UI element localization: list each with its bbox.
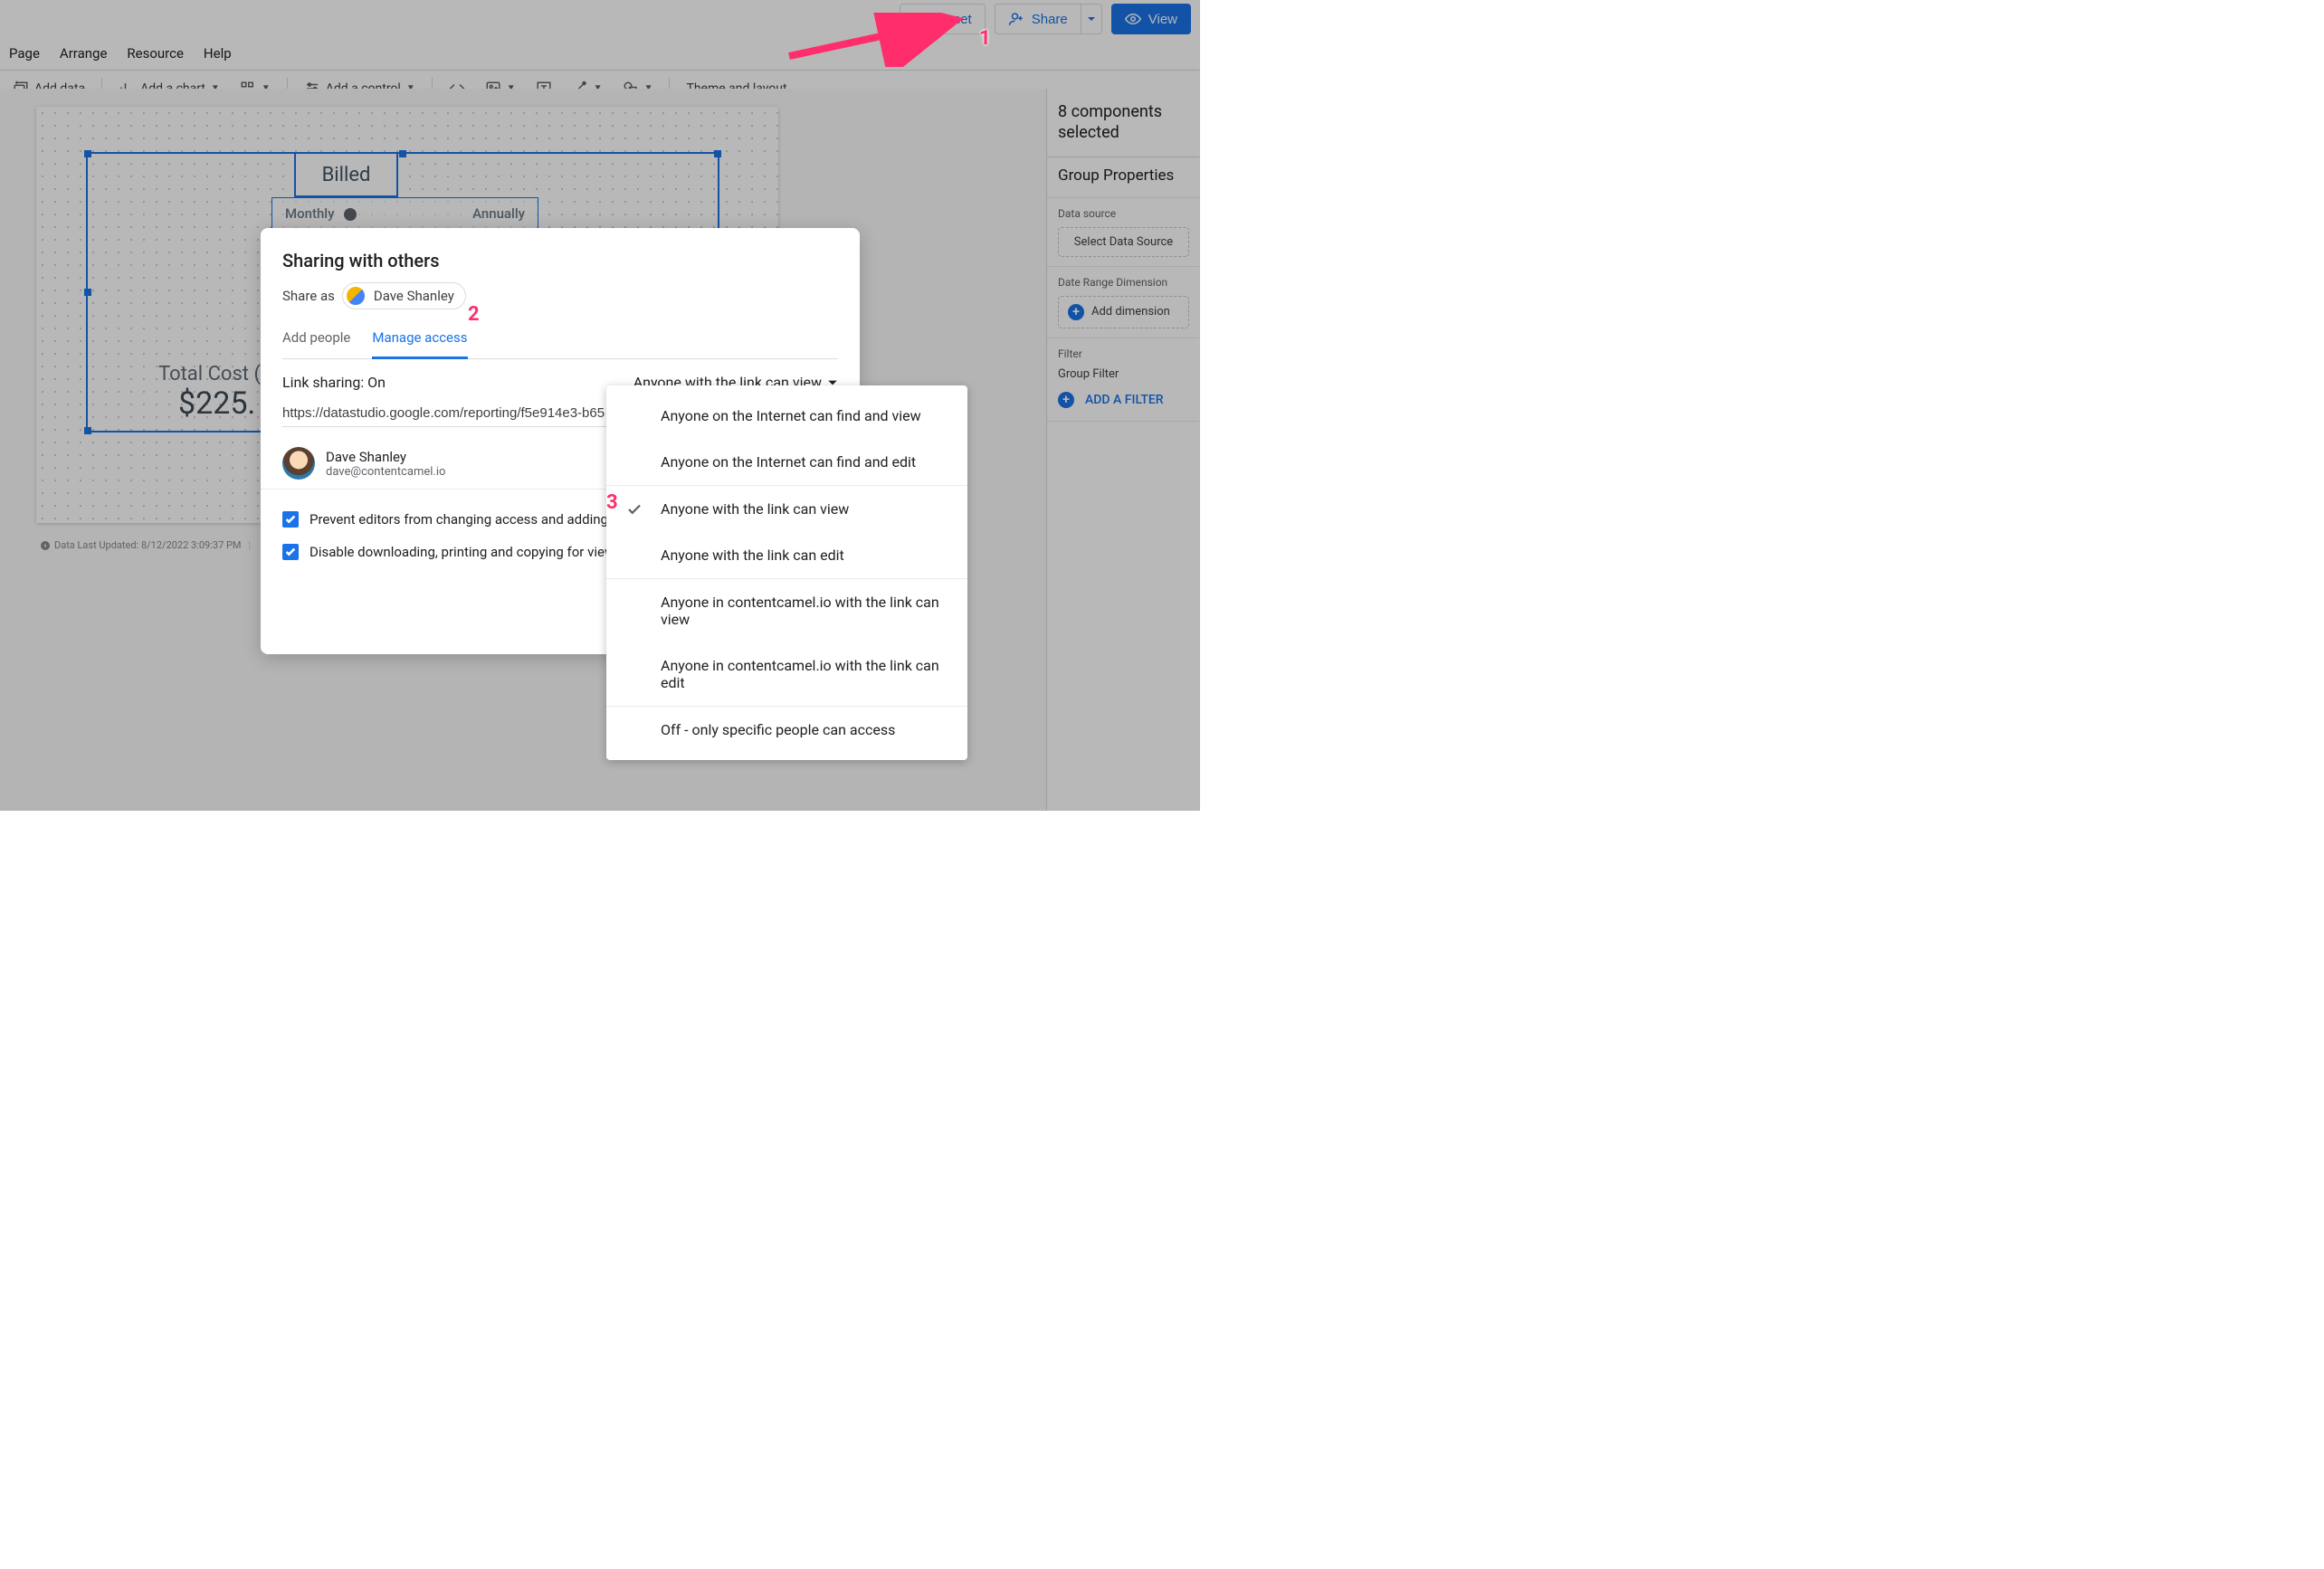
access-option[interactable]: Anyone with the link can view	[606, 486, 967, 532]
add-dimension-button[interactable]: + Add dimension	[1058, 296, 1189, 328]
reset-label: Reset	[937, 12, 972, 27]
owner-name: Dave Shanley	[326, 449, 445, 465]
plus-circle-icon: +	[1058, 392, 1074, 408]
avatar	[345, 285, 367, 307]
user-chip-name: Dave Shanley	[374, 288, 454, 304]
monthly-label: Monthly	[272, 205, 347, 222]
data-source-label: Data source	[1058, 207, 1189, 220]
select-data-source-button[interactable]: Select Data Source	[1058, 227, 1189, 257]
access-option[interactable]: Off - only specific people can access	[606, 707, 967, 753]
share-as-label: Share as	[282, 288, 335, 304]
header-actions: Reset Share View	[900, 4, 1191, 34]
add-filter-button[interactable]: + ADD A FILTER	[1058, 388, 1189, 412]
resize-handle[interactable]	[399, 150, 406, 157]
owner-email: dave@contentcamel.io	[326, 465, 445, 479]
selection-count: 8 components selected	[1047, 89, 1200, 157]
bolt-icon	[40, 540, 51, 551]
link-sharing-label: Link sharing: On	[282, 374, 386, 391]
billed-box[interactable]: Billed	[294, 152, 398, 197]
annually-label: Annually	[460, 205, 538, 222]
resize-handle[interactable]	[84, 150, 91, 157]
group-filter-label: Group Filter	[1058, 367, 1189, 381]
group-properties-title: Group Properties	[1058, 166, 1189, 185]
share-caret-button[interactable]	[1081, 4, 1102, 34]
menu-bar: Page Arrange Resource Help	[0, 36, 1200, 71]
menu-help[interactable]: Help	[204, 45, 232, 62]
view-label: View	[1148, 12, 1177, 27]
plus-circle-icon: +	[1068, 304, 1084, 320]
dialog-title: Sharing with others	[282, 250, 838, 271]
annotation-2: 2	[468, 303, 480, 326]
tab-add-people[interactable]: Add people	[282, 322, 350, 358]
slider-knob[interactable]	[344, 208, 357, 221]
menu-arrange[interactable]: Arrange	[60, 45, 107, 62]
resize-handle[interactable]	[84, 289, 91, 296]
reset-button[interactable]: Reset	[900, 4, 986, 34]
access-option[interactable]: Anyone with the link can edit	[606, 532, 967, 578]
caret-down-icon	[1087, 14, 1096, 24]
dialog-tabs: Add people Manage access	[282, 322, 838, 359]
billing-toggle[interactable]: Monthly Annually	[271, 197, 538, 230]
link-access-menu: Anyone on the Internet can find and view…	[606, 385, 967, 760]
menu-resource[interactable]: Resource	[127, 45, 184, 62]
annotation-1: 1	[979, 27, 991, 50]
avatar	[282, 447, 315, 480]
access-option[interactable]: Anyone on the Internet can find and edit	[606, 439, 967, 485]
cost-value: $225.	[178, 385, 255, 422]
share-as-row: Share as Dave Shanley	[282, 282, 838, 309]
undo-icon	[913, 11, 929, 27]
share-button[interactable]: Share	[995, 4, 1081, 34]
view-button[interactable]: View	[1111, 4, 1191, 34]
checkbox-checked-icon	[282, 511, 299, 528]
share-label: Share	[1032, 12, 1068, 27]
share-button-group: Share	[995, 4, 1102, 34]
annotation-3: 3	[606, 491, 618, 514]
access-option[interactable]: Anyone in contentcamel.io with the link …	[606, 642, 967, 706]
date-range-label: Date Range Dimension	[1058, 276, 1189, 289]
check-icon	[626, 501, 643, 518]
checkbox-checked-icon	[282, 544, 299, 560]
data-refresh-timestamp: Data Last Updated: 8/12/2022 3:09:37 PM …	[40, 539, 251, 551]
resize-handle[interactable]	[714, 150, 721, 157]
access-option[interactable]: Anyone on the Internet can find and view	[606, 393, 967, 439]
access-option[interactable]: Anyone in contentcamel.io with the link …	[606, 579, 967, 642]
menu-page[interactable]: Page	[9, 45, 40, 62]
tab-manage-access[interactable]: Manage access	[372, 322, 467, 359]
person-add-icon	[1008, 11, 1024, 27]
user-chip[interactable]: Dave Shanley	[342, 282, 466, 309]
eye-icon	[1125, 11, 1141, 27]
filter-label: Filter	[1058, 347, 1189, 360]
resize-handle[interactable]	[84, 427, 91, 434]
properties-panel: 8 components selected Group Properties D…	[1046, 89, 1200, 811]
